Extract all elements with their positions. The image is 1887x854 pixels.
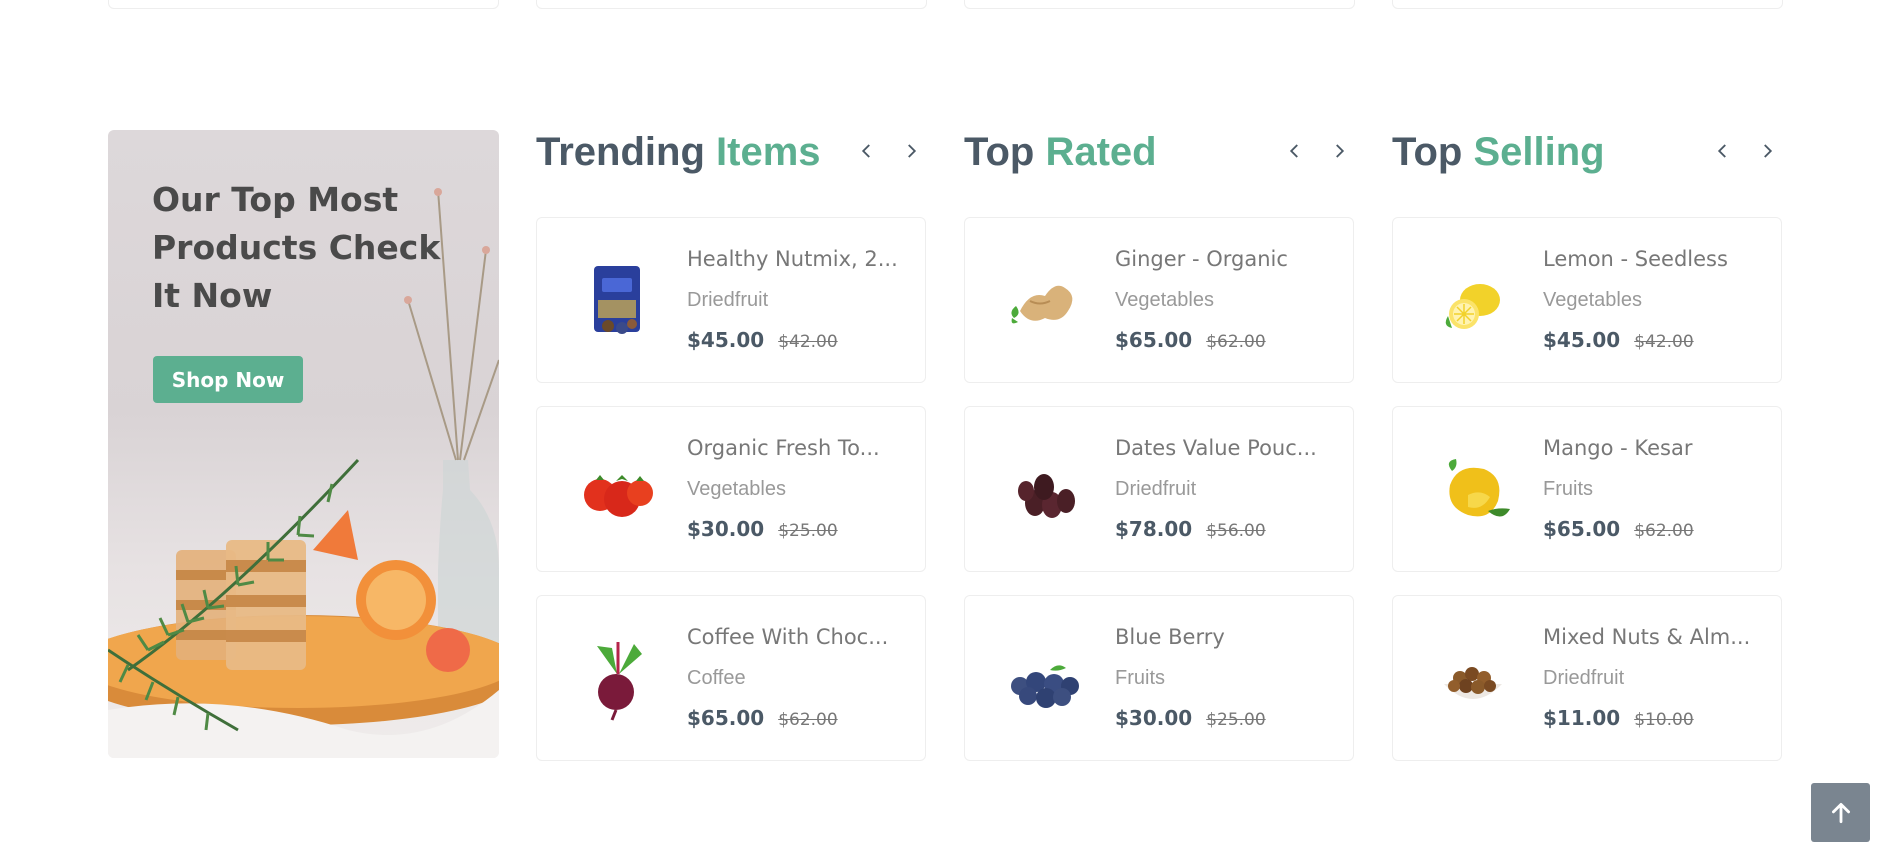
lemon-icon	[1423, 248, 1523, 354]
product-card[interactable]: Dates Value Pouc... Driedfruit $78.00 $56…	[964, 406, 1354, 572]
carousel-controls	[1708, 136, 1782, 166]
section-title-main: Trending	[536, 130, 705, 174]
product-old-price: $56.00	[1206, 521, 1266, 541]
product-price: $45.00	[687, 328, 765, 352]
product-category: Driedfruit	[1543, 667, 1625, 689]
chevron-right-icon[interactable]	[1324, 136, 1354, 166]
product-old-price: $25.00	[778, 521, 838, 541]
product-price: $65.00	[687, 706, 765, 730]
product-name[interactable]: Mixed Nuts & Alm...	[1543, 622, 1763, 652]
product-name[interactable]: Organic Fresh To...	[687, 433, 907, 463]
product-price: $78.00	[1115, 517, 1193, 541]
product-name[interactable]: Dates Value Pouc...	[1115, 433, 1335, 463]
chevron-right-icon[interactable]	[1752, 136, 1782, 166]
product-name[interactable]: Coffee With Choc...	[687, 622, 907, 652]
product-category: Fruits	[1543, 478, 1593, 500]
product-category: Fruits	[1115, 667, 1165, 689]
section-title-main: Top	[964, 130, 1035, 174]
product-price: $65.00	[1543, 517, 1621, 541]
product-price: $65.00	[1115, 328, 1193, 352]
product-old-price: $42.00	[778, 332, 838, 352]
top-rated-section: Top Rated Ginger - Organic Vegetables $6…	[964, 130, 1354, 761]
section-title-main: Top	[1392, 130, 1463, 174]
product-old-price: $62.00	[1206, 332, 1266, 352]
dates-icon	[995, 437, 1095, 543]
beetroot-icon	[567, 626, 667, 732]
carousel-controls	[1280, 136, 1354, 166]
product-old-price: $10.00	[1634, 710, 1694, 730]
product-name[interactable]: Mango - Kesar	[1543, 433, 1763, 463]
product-category: Vegetables	[1115, 289, 1214, 311]
product-category: Driedfruit	[687, 289, 769, 311]
section-title-accent: Items	[716, 130, 821, 174]
product-card[interactable]: Mixed Nuts & Alm... Driedfruit $11.00 $10…	[1392, 595, 1782, 761]
arrow-up-icon	[1831, 802, 1850, 823]
product-category: Driedfruit	[1115, 478, 1197, 500]
product-name[interactable]: Ginger - Organic	[1115, 244, 1335, 274]
product-card[interactable]: Blue Berry Fruits $30.00 $25.00	[964, 595, 1354, 761]
product-category: Vegetables	[687, 478, 786, 500]
blueberry-icon	[995, 626, 1095, 732]
product-old-price: $25.00	[1206, 710, 1266, 730]
banner-title: Our Top Most Products Check It Now	[152, 180, 441, 315]
trending-items-section: Trending Items Healthy Nutmix, 2... Drie…	[536, 130, 926, 761]
section-title-accent: Rated	[1045, 130, 1157, 174]
product-price: $30.00	[1115, 706, 1193, 730]
product-old-price: $62.00	[778, 710, 838, 730]
nutmix-pack-icon	[567, 248, 667, 354]
previous-section-card	[964, 0, 1355, 9]
previous-section-card	[1392, 0, 1783, 9]
product-card[interactable]: Coffee With Choc... Coffee $65.00 $62.00	[536, 595, 926, 761]
top-selling-section: Top Selling Lemon - Seedless Vegetables …	[1392, 130, 1782, 761]
product-old-price: $42.00	[1634, 332, 1694, 352]
tomato-icon	[567, 437, 667, 543]
product-category: Vegetables	[1543, 289, 1642, 311]
section-title-accent: Selling	[1473, 130, 1605, 174]
previous-section-card	[536, 0, 927, 9]
product-card[interactable]: Organic Fresh To... Vegetables $30.00 $25…	[536, 406, 926, 572]
scroll-to-top-button[interactable]	[1811, 783, 1870, 842]
product-card[interactable]: Mango - Kesar Fruits $65.00 $62.00	[1392, 406, 1782, 572]
previous-section-card	[108, 0, 499, 9]
section-header: Top Selling	[1392, 130, 1782, 174]
product-name[interactable]: Healthy Nutmix, 2...	[687, 244, 907, 274]
section-header: Trending Items	[536, 130, 926, 174]
chevron-left-icon[interactable]	[1708, 136, 1738, 166]
section-header: Top Rated	[964, 130, 1354, 174]
product-card[interactable]: Healthy Nutmix, 2... Driedfruit $45.00 $4…	[536, 217, 926, 383]
chevron-left-icon[interactable]	[1280, 136, 1310, 166]
product-card[interactable]: Lemon - Seedless Vegetables $45.00 $42.00	[1392, 217, 1782, 383]
product-card[interactable]: Ginger - Organic Vegetables $65.00 $62.00	[964, 217, 1354, 383]
promo-banner: Our Top Most Products Check It Now Shop …	[108, 130, 499, 758]
mango-icon	[1423, 437, 1523, 543]
product-price: $45.00	[1543, 328, 1621, 352]
product-price: $30.00	[687, 517, 765, 541]
chevron-left-icon[interactable]	[852, 136, 882, 166]
product-name[interactable]: Lemon - Seedless	[1543, 244, 1763, 274]
shop-now-button[interactable]: Shop Now	[153, 356, 303, 403]
product-old-price: $62.00	[1634, 521, 1694, 541]
product-category: Coffee	[687, 667, 746, 689]
mixed-nuts-icon	[1423, 626, 1523, 732]
carousel-controls	[852, 136, 926, 166]
product-name[interactable]: Blue Berry	[1115, 622, 1335, 652]
chevron-right-icon[interactable]	[896, 136, 926, 166]
product-price: $11.00	[1543, 706, 1621, 730]
ginger-icon	[995, 248, 1095, 354]
